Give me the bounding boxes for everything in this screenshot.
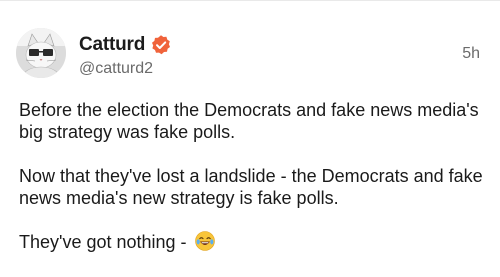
avatar[interactable] bbox=[16, 28, 66, 78]
laughing-with-tears-emoji-icon bbox=[194, 231, 215, 251]
post-paragraph: Now that they've lost a landslide - the … bbox=[19, 166, 483, 208]
author-handle[interactable]: @catturd2 bbox=[79, 60, 153, 78]
author-name-row: Catturd bbox=[79, 33, 172, 57]
post-card: Catturd @catturd2 5h Before the election… bbox=[0, 0, 500, 277]
post-paragraph-last: They've got nothing - bbox=[19, 231, 489, 253]
verified-badge-icon bbox=[150, 34, 172, 56]
cat-with-glasses-avatar-image bbox=[16, 28, 66, 78]
post-paragraph-text: They've got nothing - bbox=[19, 232, 192, 252]
post-timestamp[interactable]: 5h bbox=[462, 45, 480, 63]
divider bbox=[0, 0, 500, 1]
post-body: Before the election the Democrats and fa… bbox=[19, 99, 489, 253]
author-display-name[interactable]: Catturd bbox=[79, 34, 145, 56]
post-paragraph: Before the election the Democrats and fa… bbox=[19, 100, 479, 142]
